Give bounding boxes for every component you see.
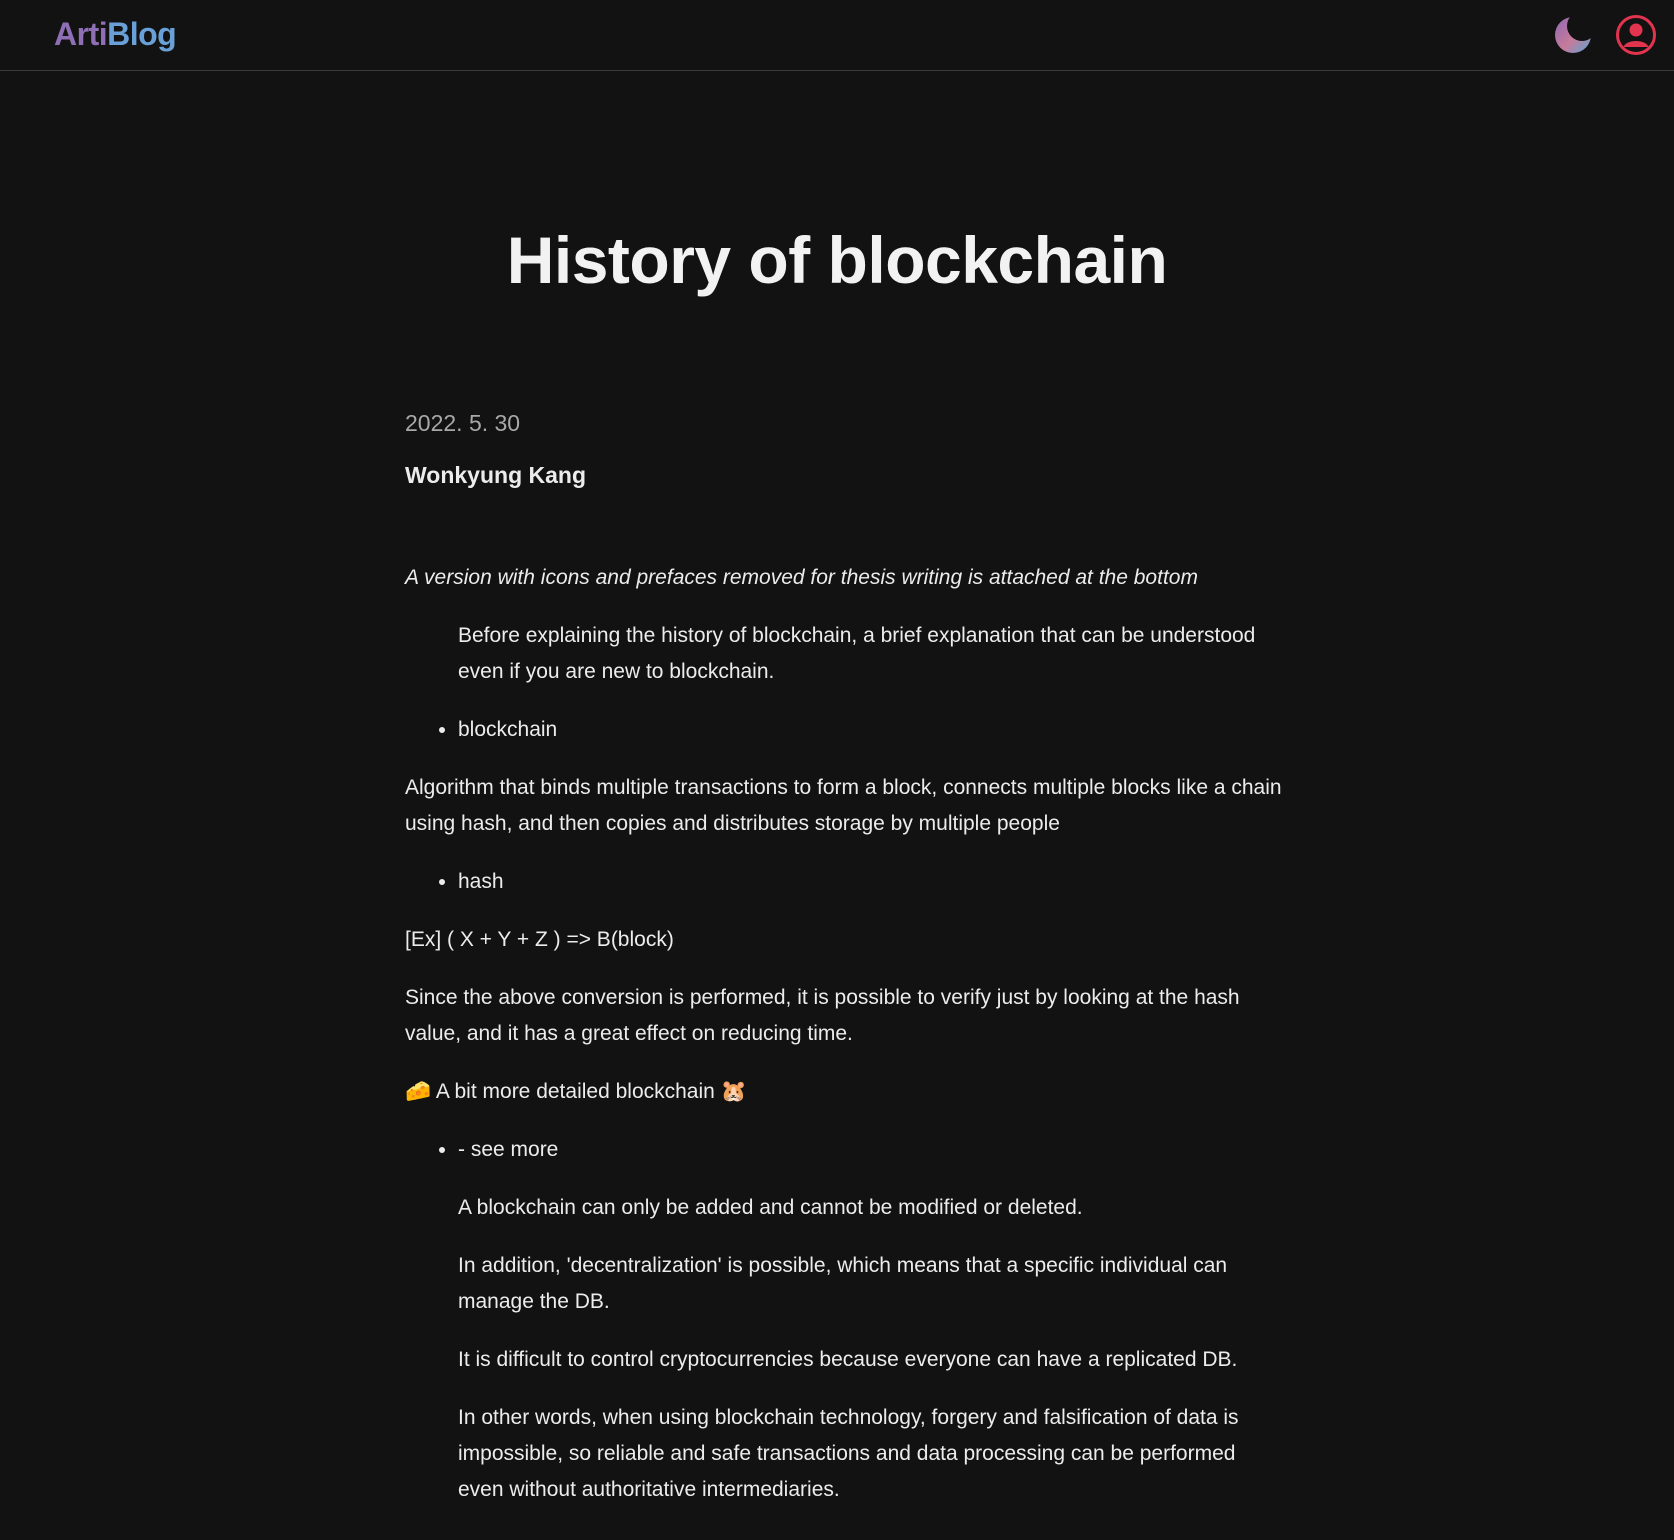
top-navigation-bar: ArtiBlog: [0, 0, 1674, 71]
artiblog-logo[interactable]: ArtiBlog: [54, 14, 177, 54]
hash-example: [Ex] ( X + Y + Z ) => B(block): [405, 928, 674, 951]
theme-toggle-button[interactable]: [1554, 11, 1597, 54]
blockchain-definition: Algorithm that binds multiple transactio…: [405, 776, 1282, 835]
bullet-list: hash: [405, 864, 1285, 900]
preface-quote: Before explaining the history of blockch…: [458, 624, 1256, 683]
detailed-section-heading: 🧀 A bit more detailed blockchain 🐹: [405, 1080, 747, 1103]
bullet-list: blockchain: [405, 712, 1285, 748]
detail-paragraph: In addition, 'decentralization' is possi…: [458, 1254, 1228, 1313]
detail-paragraph: It is difficult to control cryptocurrenc…: [458, 1348, 1238, 1371]
bullet-list: - see more: [405, 1132, 1285, 1168]
hash-explanation: Since the above conversion is performed,…: [405, 986, 1240, 1045]
see-more-toggle[interactable]: - see more: [458, 1132, 1285, 1168]
post-content: 2022. 5. 30 Wonkyung Kang A version with…: [405, 400, 1285, 1530]
post-date: 2022. 5. 30: [405, 410, 521, 436]
logo-text-blog: Blog: [107, 16, 177, 52]
profile-button[interactable]: [1615, 14, 1657, 56]
post-title: History of blockchain: [506, 223, 1168, 297]
logo-text-arti: Arti: [54, 16, 108, 52]
intro-note: A version with icons and prefaces remove…: [405, 566, 1198, 589]
user-circle-icon: [1616, 15, 1656, 55]
detail-paragraph: A blockchain can only be added and canno…: [458, 1196, 1083, 1219]
list-item-blockchain: blockchain: [458, 712, 1285, 748]
list-item-hash: hash: [458, 864, 1285, 900]
post-author: Wonkyung Kang: [405, 462, 587, 488]
detail-paragraph: In other words, when using blockchain te…: [458, 1406, 1239, 1501]
moon-icon: [1555, 11, 1597, 53]
